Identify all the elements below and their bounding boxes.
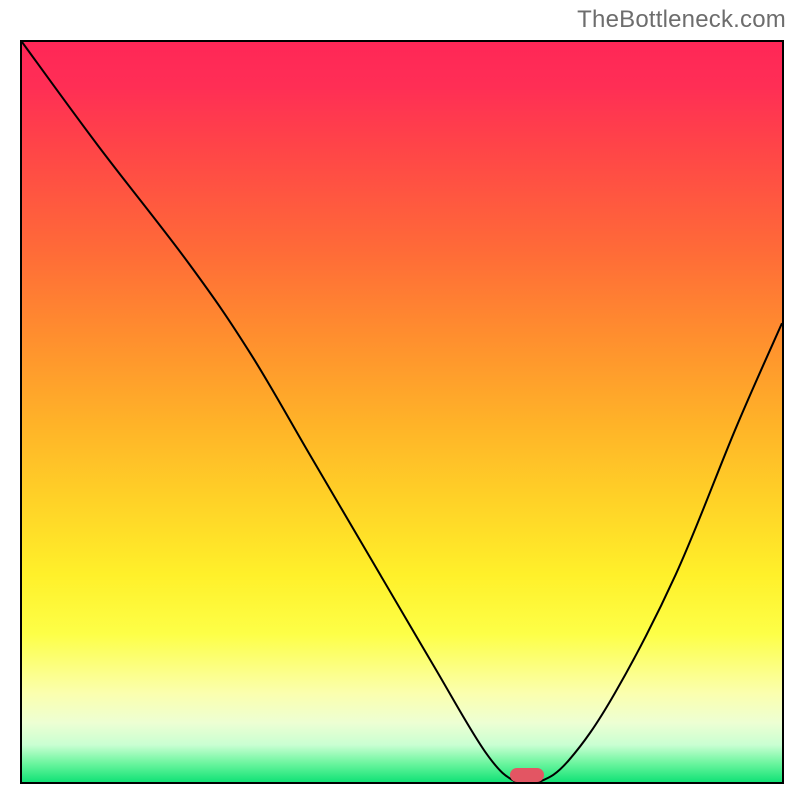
- optimal-marker: [510, 768, 544, 782]
- curve-layer: [22, 42, 782, 782]
- bottleneck-curve-path: [22, 42, 782, 784]
- plot-area: [20, 40, 784, 784]
- bottleneck-chart: TheBottleneck.com: [0, 0, 800, 800]
- watermark-text: TheBottleneck.com: [577, 6, 786, 34]
